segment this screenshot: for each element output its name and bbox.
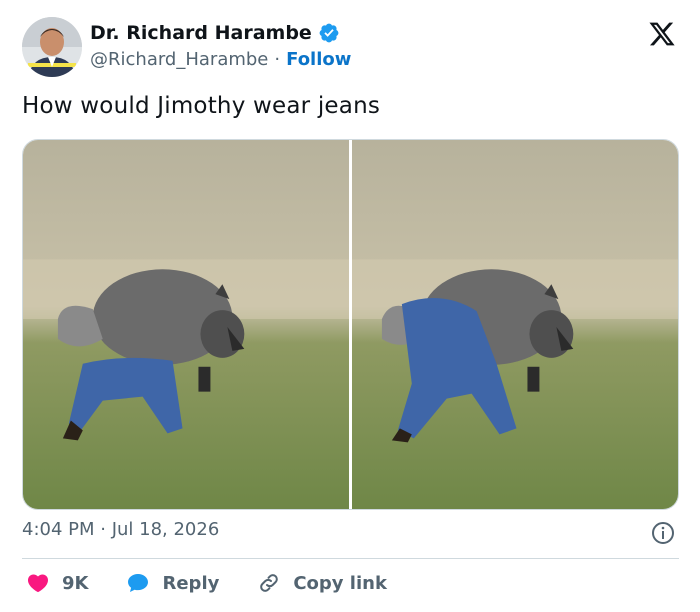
heart-icon <box>27 574 49 593</box>
copy-link-label: Copy link <box>293 572 387 594</box>
like-count: 9K <box>62 572 89 594</box>
avatar[interactable] <box>22 17 82 77</box>
media-photo-1[interactable] <box>23 140 349 509</box>
author-handle-row: @Richard_Harambe · Follow <box>90 49 351 70</box>
follow-button[interactable]: Follow <box>286 49 351 70</box>
author-name[interactable]: Dr. Richard Harambe <box>90 22 312 44</box>
author-handle[interactable]: @Richard_Harambe <box>90 49 268 70</box>
reply-bubble-icon <box>128 574 149 592</box>
verified-badge-icon <box>319 23 339 43</box>
action-bar: 9K Reply Copy link <box>26 571 425 595</box>
separator-dot: · <box>274 49 281 70</box>
author-name-row: Dr. Richard Harambe <box>90 22 340 44</box>
media-grid <box>22 139 679 510</box>
copy-link-button[interactable]: Copy link <box>257 571 387 595</box>
tweet-card: Dr. Richard Harambe @Richard_Harambe · F… <box>0 0 700 612</box>
tweet-timestamp[interactable]: 4:04 PM · Jul 18, 2026 <box>22 519 219 540</box>
reply-button[interactable]: Reply <box>126 571 219 595</box>
x-logo-icon[interactable] <box>648 20 676 48</box>
link-icon <box>260 574 279 592</box>
reply-label: Reply <box>162 572 220 594</box>
divider <box>22 558 679 559</box>
tweet-text: How would Jimothy wear jeans <box>22 93 381 119</box>
info-icon[interactable] <box>651 521 675 545</box>
like-button[interactable]: 9K <box>26 571 88 595</box>
media-photo-2[interactable] <box>352 140 678 509</box>
